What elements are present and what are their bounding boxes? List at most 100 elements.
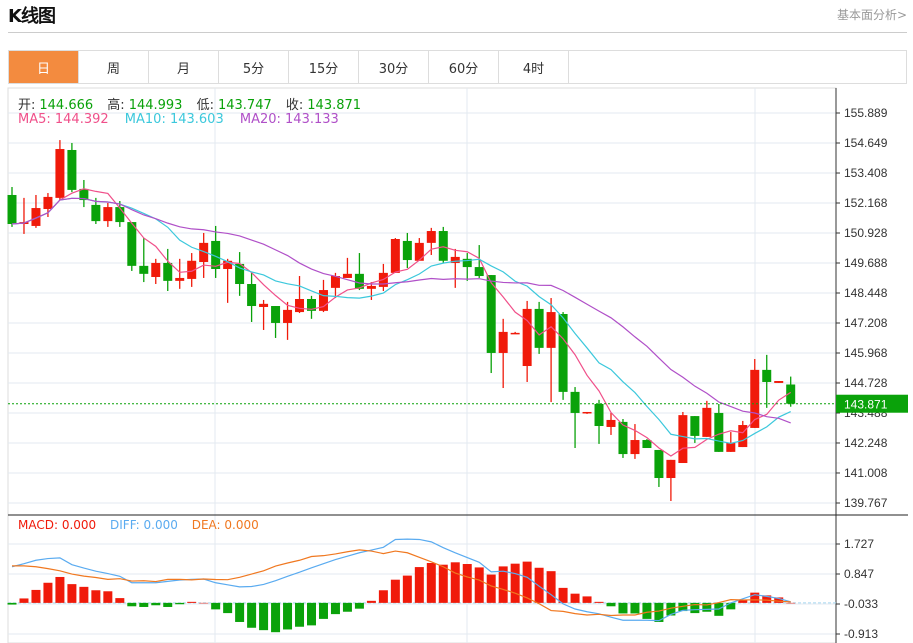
macd-bar [31,589,41,603]
candle-body [7,194,17,225]
diff-value: DIFF: 0.000 [110,518,178,532]
macd-bar [510,563,520,603]
macd-bar [330,602,340,615]
candle [271,306,281,338]
candle-body [175,277,185,281]
candle [450,248,460,288]
macd-bar [558,587,568,603]
macd-bar [546,571,556,603]
candle [486,275,496,374]
macd-bar [378,590,388,603]
macd-readout: MACD: 0.000 DIFF: 0.000 DEA: 0.000 [18,518,263,532]
price-tick-label: 150.928 [844,226,888,240]
candle [714,403,724,452]
candle [558,312,568,400]
candle-body [127,222,137,266]
candle-body [738,425,748,448]
candle-body [55,149,65,198]
candle [726,432,736,452]
macd-tick-label: 0.847 [844,567,874,581]
macd-bar [402,575,412,603]
candle-body [630,440,640,455]
macd-bar [163,602,173,607]
candle [139,238,149,283]
candle [510,331,520,335]
macd-bar [582,596,592,603]
candle [762,354,772,408]
price-tick-label: 153.408 [844,166,888,180]
dea-value: DEA: 0.000 [191,518,259,532]
candle-body [390,239,400,273]
plot-frame [7,87,837,643]
macd-bar [354,602,364,609]
price-tick-label: 152.168 [844,196,888,210]
candle [354,253,364,291]
candle-body [103,207,113,222]
candle-body [163,262,173,281]
candle [7,186,17,227]
macd-bar [67,584,77,603]
price-tick-label: 139.767 [844,496,888,510]
macd-bar [91,590,101,603]
candle [67,142,77,193]
candle [390,238,400,273]
candle [462,253,472,281]
candle-body [690,416,700,436]
macd-bar [175,602,185,605]
ma10-value: MA10: 143.603 [124,112,224,127]
price-tick-label: 149.688 [844,256,888,270]
candle-body [774,381,784,383]
macd-bar [486,574,496,603]
candle-body [259,303,269,307]
macd-bar [450,562,460,603]
candle-body [702,407,712,437]
macd-bar [271,602,281,633]
candle-body [43,196,53,210]
open-label: 开: [18,98,36,113]
macd-bar [127,602,137,607]
macd-bar [211,602,221,610]
current-price-value: 143.871 [844,398,888,412]
candle [283,301,293,340]
macd-bar [259,602,269,631]
low-label: 低: [196,98,214,113]
candle-body [414,242,424,261]
candle-body [115,207,125,223]
candle [127,222,137,271]
macd-bar [570,593,580,603]
candle-body [570,391,580,413]
candle-body [438,231,448,261]
candle [307,295,316,319]
ma20-value: MA20: 143.133 [239,112,339,127]
macd-bar [187,601,197,603]
candle-body [139,265,149,274]
candle [31,194,41,228]
macd-tick-label: -0.913 [844,627,878,641]
macd-bar [43,582,53,603]
candle-body [402,240,412,261]
candle-body [510,332,520,335]
candle-body [642,440,652,449]
candle-body [247,284,257,307]
macd-bar [103,591,113,603]
candle-body [271,306,281,323]
macd-bar [283,602,293,630]
macd-tick-label: 1.727 [844,537,874,551]
price-tick-label: 145.968 [844,346,888,360]
price-tick-label: 148.448 [844,286,888,300]
candle [163,248,173,292]
macd-bar [19,598,29,603]
candle-body [714,412,724,452]
macd-bar [366,600,376,603]
macd-bar [606,602,616,607]
candle [247,272,257,322]
close-label: 收: [285,98,304,113]
macd-bar [738,600,748,603]
macd-bar [115,598,125,603]
candle-body [606,419,616,427]
ohlc-readout: 开: 144.666 高: 144.993 低: 143.747 收: 143.871 [18,94,365,113]
candle-body [91,204,101,222]
macd-bar [7,602,17,605]
close-value: 143.871 [307,98,362,113]
macd-bar [307,602,316,626]
